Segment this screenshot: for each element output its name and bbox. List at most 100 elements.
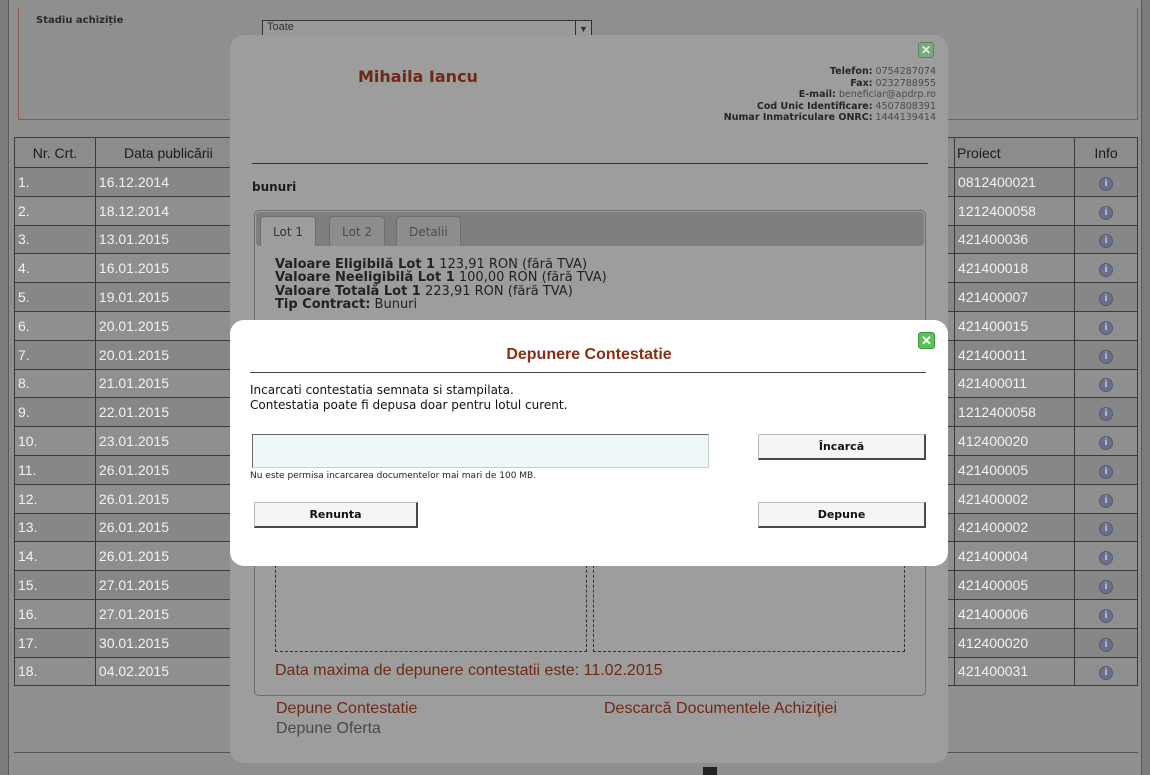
cell-proiect: 412400020 bbox=[954, 426, 1075, 456]
cell-info[interactable]: i bbox=[1074, 570, 1138, 600]
acquisition-category: bunuri bbox=[252, 180, 297, 194]
cell-proiect: 421400007 bbox=[954, 282, 1075, 312]
cell-proiect: 421400031 bbox=[954, 656, 1075, 687]
cell-info[interactable]: i bbox=[1074, 195, 1138, 226]
cell-proiect: 421400005 bbox=[954, 454, 1075, 485]
cell-info[interactable]: i bbox=[1074, 483, 1138, 514]
cell-date: 26.01.2015 bbox=[94, 483, 242, 514]
cell-proiect: 421400011 bbox=[954, 368, 1075, 399]
cell-nr: 11. bbox=[14, 454, 96, 485]
info-icon[interactable]: i bbox=[1099, 436, 1113, 451]
cell-nr: 6. bbox=[14, 310, 96, 341]
cell-date: 21.01.2015 bbox=[94, 368, 242, 399]
info-icon[interactable]: i bbox=[1099, 407, 1113, 422]
info-icon[interactable]: i bbox=[1099, 320, 1113, 335]
cell-nr: 17. bbox=[14, 627, 96, 658]
contest-deadline: Data maxima de depunere contestatii este… bbox=[275, 662, 663, 679]
cell-info[interactable]: i bbox=[1074, 656, 1138, 687]
cell-date: 26.01.2015 bbox=[94, 454, 242, 485]
contact-phone: Telefon: 0754287074 bbox=[829, 66, 936, 77]
dialog-divider bbox=[250, 372, 926, 373]
cell-proiect: 0812400021 bbox=[954, 167, 1075, 197]
beneficiary-contact: Telefon: 0754287074 Fax: 0232788955 E-ma… bbox=[724, 66, 936, 124]
cell-nr: 12. bbox=[14, 483, 96, 514]
cell-date: 18.12.2014 bbox=[94, 195, 242, 226]
submit-contest-link[interactable]: Depune Contestatie bbox=[276, 700, 417, 718]
file-size-note: Nu este permisa incarcarea documentelor … bbox=[250, 471, 537, 481]
info-icon[interactable]: i bbox=[1099, 522, 1113, 537]
info-icon[interactable]: i bbox=[1099, 378, 1113, 393]
info-icon[interactable]: i bbox=[1099, 637, 1113, 652]
file-path-input[interactable] bbox=[252, 434, 709, 468]
col-header-info: Info bbox=[1074, 137, 1138, 168]
cell-date: 26.01.2015 bbox=[94, 541, 242, 572]
info-icon[interactable]: i bbox=[1099, 551, 1113, 566]
cell-nr: 7. bbox=[14, 339, 96, 370]
cell-proiect: 421400005 bbox=[954, 570, 1075, 600]
contact-onrc: Numar Inmatriculare ONRC: 1444139414 bbox=[723, 112, 936, 124]
info-icon[interactable]: i bbox=[1099, 205, 1113, 220]
cell-date: 04.02.2015 bbox=[94, 656, 242, 687]
beneficiary-name: Mihaila Iancu bbox=[358, 67, 478, 86]
contest-dialog: ✕ Depunere Contestatie Incarcati contest… bbox=[230, 320, 948, 566]
cell-date: 13.01.2015 bbox=[94, 224, 242, 255]
dialog-instructions: Incarcati contestatia semnata si stampil… bbox=[250, 383, 567, 412]
cell-proiect: 421400006 bbox=[954, 598, 1075, 629]
cell-proiect: 1212400058 bbox=[954, 195, 1075, 226]
cell-date: 27.01.2015 bbox=[94, 598, 242, 629]
info-icon[interactable]: i bbox=[1099, 349, 1113, 364]
cell-info[interactable]: i bbox=[1074, 253, 1138, 284]
cell-date: 23.01.2015 bbox=[94, 426, 242, 456]
cell-date: 16.12.2014 bbox=[94, 167, 242, 197]
submit-offer-link[interactable]: Depune Oferta bbox=[276, 720, 381, 738]
cell-nr: 3. bbox=[14, 224, 96, 255]
info-icon[interactable]: i bbox=[1099, 464, 1113, 479]
cell-info[interactable]: i bbox=[1074, 397, 1138, 428]
info-icon[interactable]: i bbox=[1099, 292, 1113, 307]
cell-nr: 15. bbox=[14, 570, 96, 600]
detail-close-icon[interactable]: ✕ bbox=[918, 42, 934, 58]
cell-proiect: 421400036 bbox=[954, 224, 1075, 255]
col-header-date: Data publicării bbox=[94, 137, 242, 168]
info-icon[interactable]: i bbox=[1099, 608, 1113, 623]
cell-info[interactable]: i bbox=[1074, 368, 1138, 399]
info-icon[interactable]: i bbox=[1099, 580, 1113, 595]
download-documents-link[interactable]: Descarcă Documentele Achiziţiei bbox=[604, 700, 837, 718]
cell-info[interactable]: i bbox=[1074, 512, 1138, 543]
col-header-proiect: Proiect bbox=[954, 137, 1075, 168]
cell-info[interactable]: i bbox=[1074, 167, 1138, 197]
cell-info[interactable]: i bbox=[1074, 224, 1138, 255]
upload-button[interactable]: Încarcă bbox=[758, 434, 926, 460]
cell-info[interactable]: i bbox=[1074, 627, 1138, 658]
lot-total-value: Valoare Totală Lot 1 223,91 RON (fără TV… bbox=[275, 283, 573, 299]
cell-date: 16.01.2015 bbox=[94, 253, 242, 284]
cell-nr: 5. bbox=[14, 282, 96, 312]
info-icon[interactable]: i bbox=[1099, 263, 1113, 278]
cell-info[interactable]: i bbox=[1074, 454, 1138, 485]
cell-info[interactable]: i bbox=[1074, 598, 1138, 629]
lot-eligible-value: Valoare Eligibilă Lot 1 123,91 RON (fără… bbox=[275, 257, 588, 272]
detail-divider bbox=[252, 163, 928, 164]
col-header-nr: Nr. Crt. bbox=[14, 137, 96, 168]
cell-info[interactable]: i bbox=[1074, 339, 1138, 370]
cancel-button[interactable]: Renunta bbox=[254, 502, 418, 528]
cell-info[interactable]: i bbox=[1074, 541, 1138, 572]
info-icon[interactable]: i bbox=[1099, 493, 1113, 508]
cell-date: 27.01.2015 bbox=[94, 570, 242, 600]
tab-lot-1[interactable]: Lot 1 bbox=[260, 216, 316, 246]
cell-info[interactable]: i bbox=[1074, 310, 1138, 341]
cell-info[interactable]: i bbox=[1074, 426, 1138, 456]
instruction-line-2: Contestatia poate fi depusa doar pentru … bbox=[250, 397, 568, 412]
tab-lot-2[interactable]: Lot 2 bbox=[329, 216, 385, 246]
tab-detalii[interactable]: Detalii bbox=[396, 216, 461, 246]
cell-info[interactable]: i bbox=[1074, 282, 1138, 312]
cell-proiect: 421400004 bbox=[954, 541, 1075, 572]
submit-button[interactable]: Depune bbox=[758, 502, 926, 528]
info-icon[interactable]: i bbox=[1099, 176, 1113, 191]
cell-proiect: 421400002 bbox=[954, 483, 1075, 514]
info-icon[interactable]: i bbox=[1099, 234, 1113, 249]
cell-nr: 8. bbox=[14, 368, 96, 399]
cell-proiect: 421400011 bbox=[954, 339, 1075, 370]
info-icon[interactable]: i bbox=[1099, 666, 1113, 681]
cell-proiect: 421400002 bbox=[954, 512, 1075, 543]
